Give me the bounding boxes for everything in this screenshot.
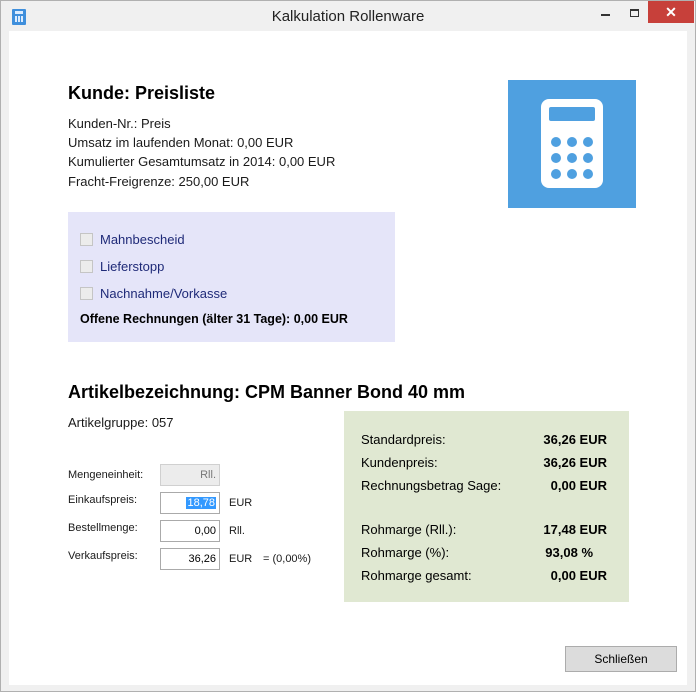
window-close-button[interactable]: ✕	[648, 1, 694, 23]
calculator-icon	[541, 99, 603, 188]
article-heading: Artikelbezeichnung: CPM Banner Bond 40 m…	[68, 382, 466, 402]
calculator-tile	[508, 80, 636, 208]
checkbox-mahnbescheid[interactable]: Mahnbescheid	[80, 231, 185, 247]
checkbox-label: Lieferstopp	[100, 258, 165, 274]
margin-percent-value: 93,08 %	[545, 545, 593, 560]
customer-price-value: 36,26 EUR	[543, 455, 607, 470]
close-dialog-button[interactable]: Schließen	[565, 646, 677, 672]
article-group: Artikelgruppe: 057	[68, 415, 174, 430]
order-quantity-unit: Rll.	[229, 525, 245, 537]
order-quantity-input[interactable]: 0,00	[160, 520, 220, 542]
customer-number: Kunden-Nr.: Preis	[68, 116, 171, 131]
sale-price-unit: EUR	[229, 553, 253, 565]
invoice-amount-value: 0,00 EUR	[550, 478, 607, 493]
invoice-amount-label: Rechnungsbetrag Sage:	[361, 478, 502, 493]
margin-total-label: Rohmarge gesamt:	[361, 568, 472, 583]
checkbox-box[interactable]	[80, 259, 93, 273]
minimize-button[interactable]	[590, 1, 620, 23]
minimize-icon	[600, 13, 610, 16]
dialog-content: Kunde: Preisliste Kunden-Nr.: Preis Umsa…	[9, 31, 687, 685]
purchase-price-value: 18,78	[186, 497, 216, 509]
standard-price-label: Standardpreis:	[361, 432, 446, 447]
maximize-button[interactable]	[619, 1, 649, 23]
price-summary-panel: Standardpreis: 36,26 EUR Kundenpreis: 36…	[344, 411, 629, 602]
title-bar: Kalkulation Rollenware ✕	[1, 1, 695, 31]
maximize-icon	[629, 8, 639, 17]
sale-price-input[interactable]: 36,26	[160, 548, 220, 570]
checkbox-box[interactable]	[80, 232, 93, 246]
checkbox-box[interactable]	[80, 286, 93, 300]
checkbox-label: Mahnbescheid	[100, 231, 185, 247]
customer-price-label: Kundenpreis:	[361, 455, 438, 470]
sale-price-label: Verkaufspreis:	[68, 550, 138, 562]
margin-per-roll-value: 17,48 EUR	[543, 522, 607, 537]
purchase-price-label: Einkaufspreis:	[68, 494, 138, 506]
margin-total-value: 0,00 EUR	[550, 568, 607, 583]
monthly-revenue: Umsatz im laufenden Monat: 0,00 EUR	[68, 135, 294, 150]
freight-threshold: Fracht-Freigrenze: 250,00 EUR	[68, 174, 250, 189]
purchase-price-unit: EUR	[229, 497, 253, 509]
checkbox-lieferstopp[interactable]: Lieferstopp	[80, 258, 164, 274]
customer-heading: Kunde: Preisliste	[68, 83, 216, 103]
open-invoices: Offene Rechnungen (älter 31 Tage): 0,00 …	[80, 312, 348, 326]
customer-status-panel: Mahnbescheid Lieferstopp Nachnahme/Vorka…	[68, 212, 395, 342]
checkbox-nachnahme[interactable]: Nachnahme/Vorkasse	[80, 285, 227, 301]
margin-per-roll-label: Rohmarge (Rll.):	[361, 522, 457, 537]
sale-price-percent: = (0,00%)	[263, 553, 311, 565]
order-quantity-label: Bestellmenge:	[68, 522, 138, 534]
purchase-price-input[interactable]: 18,78	[160, 492, 220, 514]
cumulative-revenue: Kumulierter Gesamtumsatz in 2014: 0,00 E…	[68, 154, 336, 169]
standard-price-value: 36,26 EUR	[543, 432, 607, 447]
unit-label: Mengeneinheit:	[68, 469, 144, 481]
unit-field: Rll.	[160, 464, 220, 486]
margin-percent-label: Rohmarge (%):	[361, 545, 450, 560]
checkbox-label: Nachnahme/Vorkasse	[100, 285, 228, 301]
app-window: Kalkulation Rollenware ✕ Kunde: Preislis…	[0, 0, 696, 692]
